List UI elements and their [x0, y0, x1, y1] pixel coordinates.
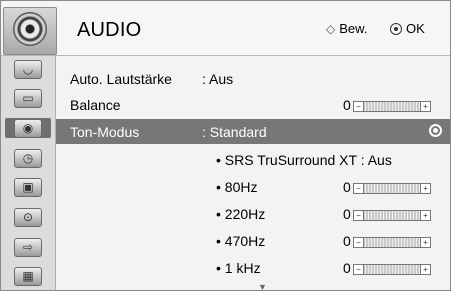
sidebar-item-input[interactable]: ⇨	[5, 237, 51, 257]
row-value: 0	[343, 179, 351, 195]
balance-slider[interactable]: − +	[353, 101, 431, 112]
antenna-dish-icon: ◡	[14, 59, 42, 79]
speaker-icon	[3, 7, 57, 55]
row-eq-80hz[interactable]: • 80Hz 0 − +	[56, 174, 450, 199]
row-label: Auto. Lautstärke	[70, 71, 172, 87]
photo-icon: ▦	[14, 266, 42, 286]
row-label: Ton-Modus	[70, 124, 140, 140]
audio-menu-window: AUDIO ◇ Bew. OK ◡ ▭ ◉ ◷ ▣ ⊙ ⇨ ▦ Auto. La…	[0, 0, 451, 292]
lock-icon: ⊙	[14, 207, 42, 227]
row-value: 0	[343, 206, 351, 222]
row-eq-1khz[interactable]: • 1 kHz 0 − +	[56, 255, 450, 280]
selected-indicator-icon	[429, 124, 442, 137]
row-value: 0	[343, 260, 351, 276]
sidebar-item-lock[interactable]: ⊙	[5, 207, 51, 227]
navigation-hint: ◇ Bew.	[326, 21, 367, 36]
sidebar-item-options[interactable]: ▣	[5, 177, 51, 197]
input-cable-icon: ⇨	[14, 237, 42, 257]
row-eq-470hz[interactable]: • 470Hz 0 − +	[56, 228, 450, 253]
category-sidebar: ◡ ▭ ◉ ◷ ▣ ⊙ ⇨ ▦	[1, 56, 56, 290]
row-balance[interactable]: Balance 0 − +	[56, 92, 450, 117]
row-sound-mode[interactable]: Ton-Modus : Standard	[56, 119, 450, 144]
monitor-icon: ▭	[14, 88, 42, 108]
dpad-icon: ◇	[326, 21, 336, 36]
ok-hint-label: OK	[406, 21, 425, 36]
sidebar-item-usb[interactable]: ▦	[5, 266, 51, 286]
menu-header: AUDIO ◇ Bew. OK	[1, 1, 450, 56]
eq-220hz-slider[interactable]: − +	[353, 210, 431, 221]
clock-icon: ◷	[14, 148, 42, 168]
settings-list: Auto. Lautstärke : Aus Balance 0 − + Ton-…	[56, 56, 450, 292]
sidebar-item-time[interactable]: ◷	[5, 148, 51, 168]
row-value: : Aus	[202, 71, 234, 87]
row-value: 0	[343, 97, 351, 113]
row-value: 0	[343, 233, 351, 249]
sidebar-item-setup[interactable]: ◡	[5, 59, 51, 79]
row-label: • 470Hz	[216, 233, 266, 249]
briefcase-icon: ▣	[14, 177, 42, 197]
row-label: • SRS TruSurround XT : Aus	[216, 152, 392, 168]
eq-1khz-slider[interactable]: − +	[353, 264, 431, 275]
ok-hint: OK	[390, 21, 425, 36]
sidebar-item-audio[interactable]: ◉	[5, 118, 51, 138]
row-label: Balance	[70, 97, 121, 113]
navigation-hint-label: Bew.	[339, 21, 368, 36]
ok-button-icon	[390, 22, 402, 35]
eq-470hz-slider[interactable]: − +	[353, 237, 431, 248]
eq-80hz-slider[interactable]: − +	[353, 183, 431, 194]
row-label: • 220Hz	[216, 206, 266, 222]
menu-title: AUDIO	[77, 19, 142, 41]
row-label: • 80Hz	[216, 179, 258, 195]
row-srs-trusurround[interactable]: • SRS TruSurround XT : Aus	[56, 147, 450, 172]
row-auto-volume[interactable]: Auto. Lautstärke : Aus	[56, 66, 450, 91]
row-eq-220hz[interactable]: • 220Hz 0 − +	[56, 201, 450, 226]
row-label: • 1 kHz	[216, 260, 261, 276]
speaker-icon: ◉	[14, 118, 42, 138]
row-value: : Standard	[202, 124, 267, 140]
sidebar-item-picture[interactable]: ▭	[5, 88, 51, 108]
